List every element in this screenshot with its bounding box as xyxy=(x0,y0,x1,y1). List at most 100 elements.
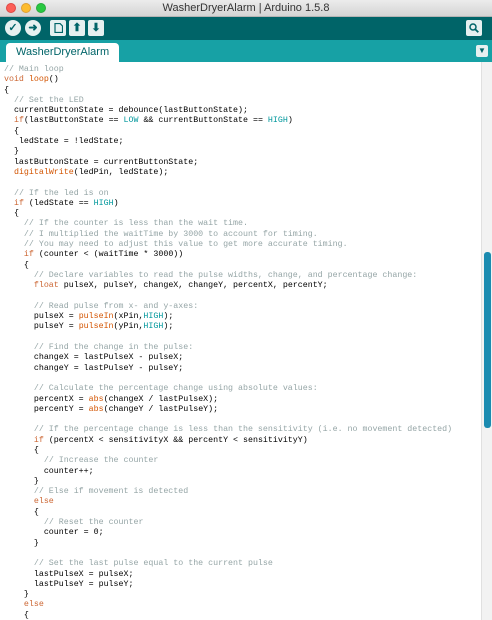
code-token: // Increase the counter xyxy=(43,456,159,466)
toolbar: ✓ ➜ ⬆ ⬇ xyxy=(0,17,492,40)
code-line: { xyxy=(4,209,452,219)
code-token: if xyxy=(23,250,34,260)
code-line: pulseX = pulseIn(xPin,HIGH); xyxy=(4,312,452,322)
code-line: } xyxy=(4,477,452,487)
open-sketch-button[interactable]: ⬆ xyxy=(69,20,85,36)
arrow-right-icon: ➜ xyxy=(28,21,38,34)
code-line: // You may need to adjust this value to … xyxy=(4,240,452,250)
chevron-down-icon: ▼ xyxy=(478,46,486,55)
code-line: { xyxy=(4,611,452,620)
code-line: counter = 0; xyxy=(4,528,452,538)
save-sketch-button[interactable]: ⬇ xyxy=(88,20,104,36)
code-token: (percentX < sensitivityX && percentY < s… xyxy=(43,435,308,445)
new-sketch-button[interactable] xyxy=(50,20,66,36)
code-line: // If the counter is less than the wait … xyxy=(4,219,452,229)
code-line: currentButtonState = debounce(lastButton… xyxy=(4,106,452,116)
code-line: changeY = lastPulseY - pulseY; xyxy=(4,364,452,374)
code-line: // Else if movement is detected xyxy=(4,487,452,497)
code-token: lastPulseY = pulseY; xyxy=(4,579,134,589)
code-line: // Set the last pulse equal to the curre… xyxy=(4,559,452,569)
code-line: if (counter < (waitTime * 3000)) xyxy=(4,250,452,260)
code-token: changeY = lastPulseY - pulseY; xyxy=(4,363,184,373)
code-token: (xPin, xyxy=(113,312,144,322)
code-token: (changeX / lastPulseX); xyxy=(103,394,219,404)
code-line: // Find the change in the pulse: xyxy=(4,343,452,353)
vertical-scrollbar[interactable] xyxy=(481,62,492,620)
code-token: (lastButtonState == xyxy=(23,116,124,126)
code-line: pulseY = pulseIn(yPin,HIGH); xyxy=(4,322,452,332)
tab-menu-button[interactable]: ▼ xyxy=(476,45,488,57)
code-token: } xyxy=(4,590,29,600)
code-token: abs xyxy=(88,404,104,414)
code-token: counter++; xyxy=(4,466,94,476)
serial-monitor-button[interactable] xyxy=(466,20,482,36)
code-token: // You may need to adjust this value to … xyxy=(23,240,348,250)
verify-button[interactable]: ✓ xyxy=(5,20,21,36)
code-line: void loop() xyxy=(4,75,452,85)
new-file-icon xyxy=(53,23,63,33)
code-token: (yPin, xyxy=(113,322,144,332)
code-token: ) xyxy=(113,198,119,208)
code-line: else xyxy=(4,497,452,507)
code-token: percentY = xyxy=(4,404,89,414)
code-line: if (ledState == HIGH) xyxy=(4,199,452,209)
code-token: // Declare variables to read the pulse w… xyxy=(33,270,418,280)
upload-button[interactable]: ➜ xyxy=(25,20,41,36)
code-line: { xyxy=(4,446,452,456)
code-text: // Main loop void loop(){ // Set the LED … xyxy=(4,65,452,620)
code-line: { xyxy=(4,261,452,271)
code-token: if xyxy=(13,116,24,126)
code-token: pulseX, pulseY, changeX, changeY, percen… xyxy=(58,281,328,291)
code-token: // Find the change in the pulse: xyxy=(33,343,194,353)
code-token: HIGH xyxy=(267,116,288,126)
code-token: // Read pulse from x- and y-axes: xyxy=(33,301,199,311)
code-token: && currentButtonState == xyxy=(138,116,268,126)
code-editor[interactable]: // Main loop void loop(){ // Set the LED … xyxy=(0,62,481,620)
code-token: // If the percentage change is less than… xyxy=(33,425,453,435)
code-line: float pulseX, pulseY, changeX, changeY, … xyxy=(4,281,452,291)
code-token: ); xyxy=(163,312,174,322)
code-token: ledState = !ledState; xyxy=(4,137,124,147)
code-token: pulseY = xyxy=(4,322,79,332)
scrollbar-thumb[interactable] xyxy=(484,252,491,428)
code-token: ) xyxy=(287,116,293,126)
code-token: () xyxy=(48,75,59,85)
code-token: // If the counter is less than the wait … xyxy=(23,219,248,229)
code-line: counter++; xyxy=(4,467,452,477)
code-line: // Increase the counter xyxy=(4,456,452,466)
magnifier-icon xyxy=(469,23,479,33)
window-titlebar: WasherDryerAlarm | Arduino 1.5.8 xyxy=(0,0,492,17)
code-token: } xyxy=(4,476,39,486)
code-token: LOW xyxy=(123,116,139,126)
code-token: if xyxy=(33,435,44,445)
code-token: // Calculate the percentage change using… xyxy=(33,384,318,394)
code-token: void xyxy=(4,75,24,85)
code-token: ); xyxy=(163,322,174,332)
code-token: loop xyxy=(28,75,49,85)
code-token: (ledPin, ledState); xyxy=(73,167,169,177)
code-token: // Set the last pulse equal to the curre… xyxy=(33,559,273,569)
code-token: { xyxy=(4,209,19,219)
code-token: // Main loop xyxy=(4,65,64,74)
code-token: pulseX = xyxy=(4,312,79,322)
code-token: { xyxy=(4,260,29,270)
code-token: counter = 0; xyxy=(4,528,104,538)
tab-washerdryeralarm[interactable]: WasherDryerAlarm xyxy=(6,43,120,62)
check-icon: ✓ xyxy=(8,21,18,34)
code-line: { xyxy=(4,508,452,518)
